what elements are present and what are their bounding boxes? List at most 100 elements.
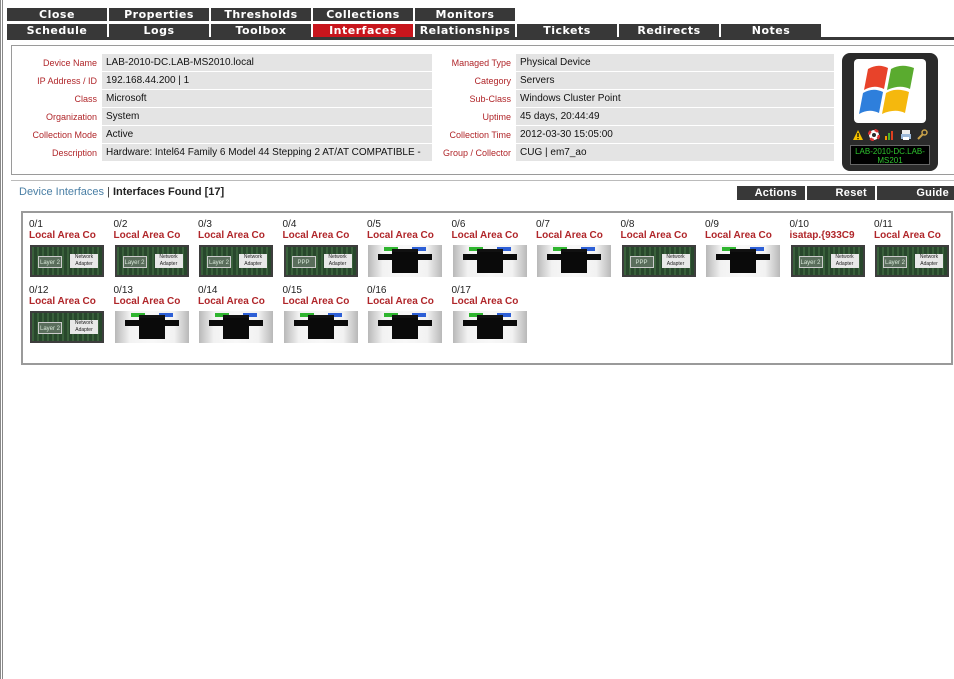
tab-close[interactable]: Close: [7, 8, 107, 21]
warning-icon[interactable]: [852, 129, 864, 141]
interface-name-link[interactable]: Local Area Co: [367, 296, 447, 307]
interface-index: 0/17: [451, 285, 471, 296]
property-value: CUG | em7_ao: [516, 144, 834, 162]
tab-tickets[interactable]: Tickets: [517, 24, 617, 37]
tab-relationships[interactable]: Relationships: [415, 24, 515, 37]
tab-toolbox[interactable]: Toolbox: [211, 24, 311, 37]
interface-tile[interactable]: 0/2 Local Area Co Layer 2 Network Adapter: [113, 219, 193, 289]
interface-name-link[interactable]: Local Area Co: [705, 230, 785, 241]
lifebuoy-icon[interactable]: [867, 128, 881, 142]
tab-collections[interactable]: Collections: [313, 8, 413, 21]
ethernet-port-icon[interactable]: [452, 245, 527, 277]
tab-notes[interactable]: Notes: [721, 24, 821, 37]
property-label: Class: [74, 94, 97, 104]
property-row: Description Hardware: Intel64 Family 6 Mo…: [12, 144, 432, 162]
ethernet-port-icon[interactable]: [537, 245, 611, 277]
interface-name-link[interactable]: Local Area Co: [198, 296, 278, 307]
interface-name-link[interactable]: Local Area Co: [536, 230, 616, 241]
interface-name-link[interactable]: Local Area Co: [198, 230, 278, 241]
interface-tile[interactable]: 0/10 isatap.{933C9 Layer 2 Network Adapter: [789, 219, 869, 289]
property-label: Group / Collector: [442, 148, 511, 158]
interface-name-link[interactable]: Local Area Co: [283, 296, 363, 307]
device-properties-panel: Device Name LAB-2010-DC.LAB-MS2010.local I…: [11, 45, 954, 175]
tab-interfaces[interactable]: Interfaces: [313, 24, 413, 37]
interface-name-link[interactable]: isatap.{933C9: [790, 230, 870, 241]
tab-underline: [7, 37, 954, 40]
interface-tile[interactable]: 0/9 Local Area Co: [704, 219, 784, 289]
network-card-icon[interactable]: Layer 2 Network Adapter: [114, 245, 189, 277]
property-label: Managed Type: [451, 58, 511, 68]
ethernet-port-icon[interactable]: [283, 311, 358, 343]
property-label: Category: [474, 76, 511, 86]
interface-tile[interactable]: 0/15 Local Area Co: [282, 285, 362, 355]
tab-logs[interactable]: Logs: [109, 24, 209, 37]
interface-tile[interactable]: 0/13 Local Area Co: [113, 285, 193, 355]
reset-button[interactable]: Reset: [807, 186, 875, 200]
tab-monitors[interactable]: Monitors: [415, 8, 515, 21]
interface-tile[interactable]: 0/16 Local Area Co: [366, 285, 446, 355]
ethernet-port-icon[interactable]: [368, 311, 442, 343]
ethernet-port-icon[interactable]: [368, 245, 442, 277]
guide-button[interactable]: Guide: [877, 186, 954, 200]
ethernet-port-icon[interactable]: [452, 311, 527, 343]
interface-name-link[interactable]: Local Area Co: [874, 230, 954, 241]
bar-chart-icon[interactable]: [884, 129, 896, 141]
network-card-icon[interactable]: PPP Network Adapter: [283, 245, 358, 277]
device-interfaces-link[interactable]: Device Interfaces: [19, 186, 104, 198]
property-label: Sub-Class: [469, 94, 511, 104]
title-separator: |: [103, 186, 113, 198]
print-icon[interactable]: [900, 129, 912, 141]
interface-name-link[interactable]: Local Area Co: [29, 230, 109, 241]
ethernet-port-icon[interactable]: [706, 245, 780, 277]
network-card-icon[interactable]: Layer 2 Network Adapter: [199, 245, 273, 277]
network-card-icon[interactable]: Layer 2 Network Adapter: [875, 245, 949, 277]
windows-logo-icon: [854, 59, 926, 123]
device-name-badge: LAB-2010-DC.LAB-MS201: [850, 145, 930, 165]
interface-index: 0/8: [620, 219, 635, 230]
property-row: Collection Time 2012-03-30 15:05:00: [422, 126, 834, 144]
interface-name-link[interactable]: Local Area Co: [367, 230, 447, 241]
interface-name-link[interactable]: Local Area Co: [114, 296, 194, 307]
property-value: Servers: [516, 72, 834, 90]
interface-name-link[interactable]: Local Area Co: [283, 230, 363, 241]
property-row: Managed Type Physical Device: [422, 54, 834, 72]
interface-index: 0/4: [282, 219, 297, 230]
wrench-icon[interactable]: [916, 129, 928, 141]
network-card-icon[interactable]: Layer 2 Network Adapter: [30, 311, 104, 343]
property-row: Category Servers: [422, 72, 834, 90]
interface-index: 0/14: [198, 285, 218, 296]
interface-tile[interactable]: 0/3 Local Area Co Layer 2 Network Adapter: [197, 219, 277, 289]
interface-tile[interactable]: 0/8 Local Area Co PPP Network Adapter: [620, 219, 700, 289]
interface-tile[interactable]: 0/17 Local Area Co: [451, 285, 531, 355]
interface-tile[interactable]: 0/5 Local Area Co: [366, 219, 446, 289]
interface-tile[interactable]: 0/1 Local Area Co Layer 2 Network Adapter: [28, 219, 108, 289]
interface-tile[interactable]: 0/7 Local Area Co: [535, 219, 615, 289]
interface-tile[interactable]: 0/6 Local Area Co: [451, 219, 531, 289]
tab-row-top: Close Properties Thresholds Collections Moni…: [7, 8, 517, 21]
property-value: Physical Device: [516, 54, 834, 72]
tab-schedule[interactable]: Schedule: [7, 24, 107, 37]
tab-thresholds[interactable]: Thresholds: [211, 8, 311, 21]
interface-tile[interactable]: 0/12 Local Area Co Layer 2 Network Adapter: [28, 285, 108, 355]
interface-name-link[interactable]: Local Area Co: [29, 296, 109, 307]
interface-tile[interactable]: 0/14 Local Area Co: [197, 285, 277, 355]
interface-name-link[interactable]: Local Area Co: [621, 230, 701, 241]
interface-name-link[interactable]: Local Area Co: [452, 296, 532, 307]
device-status-icons: [852, 128, 928, 142]
ethernet-port-icon[interactable]: [199, 311, 273, 343]
interface-tile[interactable]: 0/11 Local Area Co Layer 2 Network Adapter: [873, 219, 953, 289]
actions-button[interactable]: Actions: [737, 186, 805, 200]
network-card-icon[interactable]: Layer 2 Network Adapter: [30, 245, 104, 277]
tab-redirects[interactable]: Redirects: [619, 24, 719, 37]
ethernet-port-icon[interactable]: [114, 311, 189, 343]
tab-properties[interactable]: Properties: [109, 8, 209, 21]
interface-name-link[interactable]: Local Area Co: [114, 230, 194, 241]
interfaces-found-count: Interfaces Found [17]: [112, 186, 225, 198]
network-card-icon[interactable]: Layer 2 Network Adapter: [790, 245, 865, 277]
network-card-icon[interactable]: PPP Network Adapter: [621, 245, 696, 277]
interfaces-grid: 0/1 Local Area Co Layer 2 Network Adapter 0/…: [21, 211, 953, 365]
interface-name-link[interactable]: Local Area Co: [452, 230, 532, 241]
interface-tile[interactable]: 0/4 Local Area Co PPP Network Adapter: [282, 219, 362, 289]
property-label: Collection Mode: [32, 130, 97, 140]
property-row: Group / Collector CUG | em7_ao: [422, 144, 834, 162]
